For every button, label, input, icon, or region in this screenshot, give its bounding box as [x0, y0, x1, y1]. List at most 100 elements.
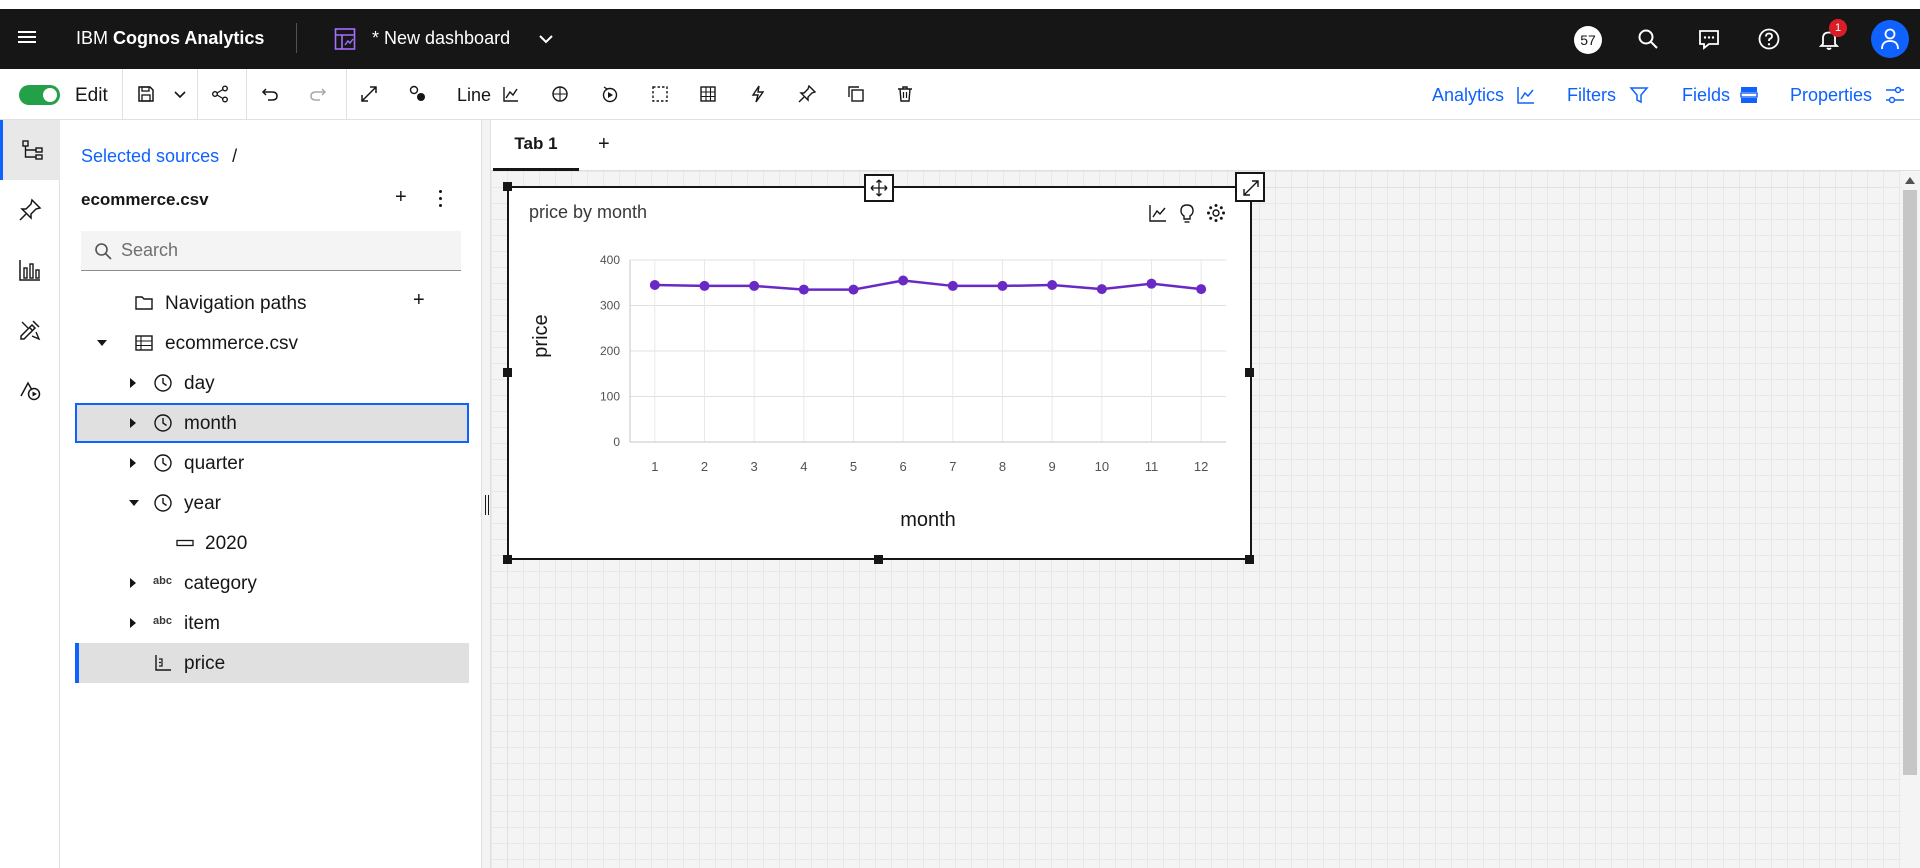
- x-tick-label: 12: [1194, 459, 1208, 474]
- data-point: [947, 280, 958, 291]
- caret-right-icon[interactable]: [130, 418, 136, 428]
- caret-right-icon[interactable]: [130, 378, 136, 388]
- menu-icon[interactable]: [18, 31, 36, 45]
- tree-item-item[interactable]: abc item: [75, 603, 469, 643]
- search-input[interactable]: [121, 231, 451, 270]
- resize-handle-sw[interactable]: [503, 555, 512, 564]
- line-chart-widget[interactable]: price by month 0 100 200 300 400 1 2 3 4 5 6 7 8 9 10 1…: [507, 186, 1252, 560]
- redo-icon[interactable]: [308, 84, 328, 104]
- filters-link[interactable]: Filters: [1567, 85, 1616, 106]
- rail-item-visualizations[interactable]: [0, 240, 60, 300]
- tree-item-month[interactable]: month: [75, 403, 469, 443]
- line-chart-icon[interactable]: [501, 84, 521, 104]
- move-handle[interactable]: [864, 174, 894, 202]
- caret-right-icon[interactable]: [130, 618, 136, 628]
- clock-icon: [154, 374, 172, 392]
- resize-handle-se[interactable]: [1245, 555, 1254, 564]
- caret-right-icon[interactable]: [130, 458, 136, 468]
- tree-item-year[interactable]: year: [75, 483, 469, 523]
- tree-item-day[interactable]: day: [75, 363, 469, 403]
- tree-item-price[interactable]: price: [75, 643, 469, 683]
- resize-handle-w[interactable]: [503, 368, 512, 377]
- help-icon[interactable]: [1757, 27, 1781, 51]
- avatar[interactable]: [1871, 20, 1909, 58]
- y-tick-label: 100: [600, 390, 620, 404]
- chevron-down-icon[interactable]: [170, 84, 190, 104]
- rail-item-media[interactable]: [0, 360, 60, 420]
- scroll-up-arrow[interactable]: [1905, 177, 1915, 184]
- clock-icon: [154, 414, 172, 432]
- dashboard-icon: [334, 28, 356, 50]
- tree-item-2020[interactable]: 2020: [75, 523, 469, 563]
- data-point: [898, 275, 909, 286]
- rail-item-assets[interactable]: [0, 300, 60, 360]
- search-icon[interactable]: [1636, 27, 1660, 51]
- delete-icon[interactable]: [895, 84, 915, 104]
- analytics-link[interactable]: Analytics: [1432, 85, 1504, 106]
- clock-icon: [154, 454, 172, 472]
- expand-widget-button[interactable]: [1235, 172, 1265, 202]
- panel-splitter[interactable]: [481, 120, 491, 868]
- resize-handle-nw[interactable]: [503, 182, 512, 191]
- add-tab-button[interactable]: +: [598, 133, 610, 156]
- color-palette-icon[interactable]: [550, 84, 570, 104]
- rail-item-sources[interactable]: [0, 120, 60, 180]
- copy-icon[interactable]: [846, 84, 866, 104]
- maximize-icon[interactable]: [359, 84, 379, 104]
- save-icon[interactable]: [136, 84, 156, 104]
- share-icon[interactable]: [210, 84, 230, 104]
- resize-handle-s[interactable]: [874, 555, 883, 564]
- add-source-button[interactable]: +: [395, 186, 407, 209]
- tree-item-navigation-paths[interactable]: Navigation paths +: [75, 283, 469, 323]
- tree-item-label: ecommerce.csv: [165, 333, 299, 354]
- breadcrumb-selected-sources[interactable]: Selected sources: [81, 146, 219, 166]
- data-point: [1196, 284, 1207, 295]
- y-axis-label: price: [530, 314, 552, 357]
- lightning-icon[interactable]: [748, 84, 768, 104]
- visualization-type-label[interactable]: Line: [457, 85, 491, 106]
- window-strip: [0, 0, 1920, 9]
- line-chart[interactable]: 01002003004001 2 3 4 5 6 7 8 9 10 11 12monthprice: [509, 188, 1250, 558]
- undo-icon[interactable]: [260, 84, 280, 104]
- measure-icon: [155, 655, 171, 671]
- chat-icon[interactable]: [1697, 27, 1721, 51]
- resize-handle-e[interactable]: [1245, 368, 1254, 377]
- data-point: [1146, 278, 1157, 289]
- caret-down-icon[interactable]: [97, 340, 107, 346]
- tab-1[interactable]: Tab 1: [493, 120, 579, 171]
- table-icon[interactable]: [698, 84, 718, 104]
- tree-item-quarter[interactable]: quarter: [75, 443, 469, 483]
- analytics-icon[interactable]: [1515, 84, 1537, 106]
- data-point: [699, 280, 710, 291]
- tree-item-ecommerce[interactable]: ecommerce.csv: [75, 323, 469, 363]
- properties-icon[interactable]: [1884, 84, 1906, 106]
- product-name: IBM Cognos Analytics: [76, 28, 265, 48]
- overflow-menu-icon[interactable]: [439, 190, 445, 210]
- chevron-down-icon[interactable]: [537, 30, 555, 48]
- scrollbar-thumb[interactable]: [1903, 190, 1917, 775]
- fields-icon[interactable]: [1738, 84, 1760, 106]
- filter-icon[interactable]: [1628, 84, 1650, 106]
- left-rail: [0, 120, 60, 868]
- rail-item-pins[interactable]: [0, 180, 60, 240]
- caret-down-icon[interactable]: [129, 500, 139, 506]
- tree-item-label: item: [184, 613, 220, 634]
- breadcrumb: Selected sources /: [81, 146, 237, 167]
- dashboard-title[interactable]: * New dashboard: [372, 28, 510, 49]
- pin-icon[interactable]: [797, 84, 817, 104]
- animation-icon[interactable]: [600, 84, 620, 104]
- properties-link[interactable]: Properties: [1790, 85, 1872, 106]
- add-navigation-path-button[interactable]: +: [413, 289, 425, 312]
- tree-item-category[interactable]: abc category: [75, 563, 469, 603]
- select-area-icon[interactable]: [650, 84, 670, 104]
- edit-toggle[interactable]: [19, 85, 60, 105]
- tree-item-label: day: [184, 373, 215, 394]
- data-point: [1096, 284, 1107, 295]
- search-field: [81, 231, 461, 271]
- caret-right-icon[interactable]: [130, 578, 136, 588]
- count-badge[interactable]: 57: [1574, 26, 1602, 54]
- fields-link[interactable]: Fields: [1682, 85, 1730, 106]
- tree-item-label: category: [184, 573, 257, 594]
- shape-icon[interactable]: [408, 84, 428, 104]
- x-tick-label: 8: [999, 459, 1006, 474]
